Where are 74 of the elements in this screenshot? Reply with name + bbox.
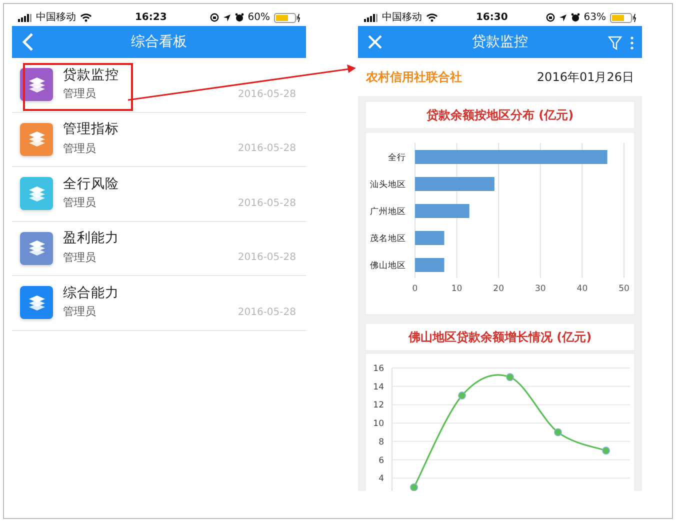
list-item[interactable]: 贷款监控 管理员 2016-05-28 <box>12 58 306 112</box>
category-label: 广州地区 <box>370 207 406 217</box>
battery-percent: 63% <box>584 11 606 25</box>
axis-tick-label: 14 <box>373 382 384 392</box>
item-subtitle: 管理员 <box>63 86 97 102</box>
data-point <box>554 428 562 436</box>
carrier-name: 中国移动 <box>36 10 76 25</box>
item-date: 2016-05-28 <box>238 196 296 210</box>
alarm-icon <box>570 13 580 22</box>
list-item[interactable]: 管理指标 管理员 2016-05-28 <box>12 112 306 167</box>
alarm-icon <box>234 13 244 22</box>
axis-tick-label: 16 <box>373 364 384 374</box>
category-label: 佛山地区 <box>370 261 406 271</box>
nav-title: 贷款监控 <box>472 32 528 52</box>
battery-percent: 60% <box>248 11 270 25</box>
signal-icon <box>364 14 378 22</box>
axis-tick-label: 10 <box>451 284 462 294</box>
list-item[interactable]: 全行风险 管理员 2016-05-28 <box>12 167 306 222</box>
item-date: 2016-05-28 <box>238 251 296 265</box>
location-icon <box>222 14 231 22</box>
carrier-name: 中国移动 <box>382 10 422 25</box>
location-icon <box>558 14 567 22</box>
axis-tick-label: 6 <box>378 456 384 466</box>
panel-title: 贷款余额按地区分布 (亿元) <box>366 102 634 128</box>
item-subtitle: 管理员 <box>63 140 97 157</box>
report-date: 2016年01月26日 <box>536 69 634 86</box>
back-icon <box>22 33 34 51</box>
item-title: 全行风险 <box>63 176 119 192</box>
category-label: 茂名地区 <box>370 234 406 244</box>
wifi-icon <box>80 13 92 22</box>
axis-tick-label: 12 <box>373 400 384 411</box>
close-icon <box>368 35 382 49</box>
axis-tick-label: 4 <box>378 474 384 484</box>
battery-icon <box>610 12 636 22</box>
item-date: 2016-05-28 <box>238 142 296 156</box>
axis-tick-label: 10 <box>373 419 384 430</box>
data-point <box>410 483 418 491</box>
axis-tick-label: 30 <box>534 284 546 294</box>
bar <box>415 204 470 218</box>
axis-tick-label: 0 <box>412 284 418 294</box>
clock-time: 16:30 <box>476 11 508 25</box>
list-item[interactable]: 综合能力 管理员 2016-05-28 <box>12 276 306 330</box>
panel-title: 佛山地区贷款余额增长情况 (亿元) <box>366 324 634 350</box>
clock-time: 16:23 <box>134 11 167 25</box>
data-point <box>602 446 610 455</box>
bar <box>415 231 444 245</box>
item-subtitle: 管理员 <box>63 304 97 320</box>
more-icon <box>630 36 634 50</box>
axis-tick-label: 40 <box>576 284 588 294</box>
list-item[interactable]: 盈利能力 管理员 2016-05-28 <box>12 222 306 276</box>
item-title: 管理指标 <box>63 121 119 138</box>
data-point <box>506 373 514 382</box>
item-date: 2016-05-28 <box>238 88 296 102</box>
lock-rotation-icon <box>210 13 219 22</box>
lock-rotation-icon <box>546 13 555 22</box>
axis-tick-label: 20 <box>493 284 504 294</box>
signal-icon <box>18 14 32 22</box>
item-title: 贷款监控 <box>63 66 119 84</box>
battery-icon <box>274 12 300 22</box>
item-title: 盈利能力 <box>63 230 119 247</box>
item-subtitle: 管理员 <box>63 195 97 212</box>
axis-tick-label: 50 <box>618 284 630 294</box>
org-name: 农村信用社联合社 <box>366 69 462 86</box>
item-date: 2016-05-28 <box>238 306 296 320</box>
data-point <box>458 392 466 400</box>
filter-icon <box>608 36 622 50</box>
axis-tick-label: 8 <box>378 437 384 448</box>
wifi-icon <box>426 13 438 22</box>
nav-title: 综合看板 <box>131 32 187 52</box>
category-label: 汕头地区 <box>370 180 406 190</box>
item-title: 综合能力 <box>63 284 119 302</box>
item-subtitle: 管理员 <box>63 250 97 266</box>
category-label: 全行 <box>388 153 406 163</box>
bar <box>415 258 444 272</box>
